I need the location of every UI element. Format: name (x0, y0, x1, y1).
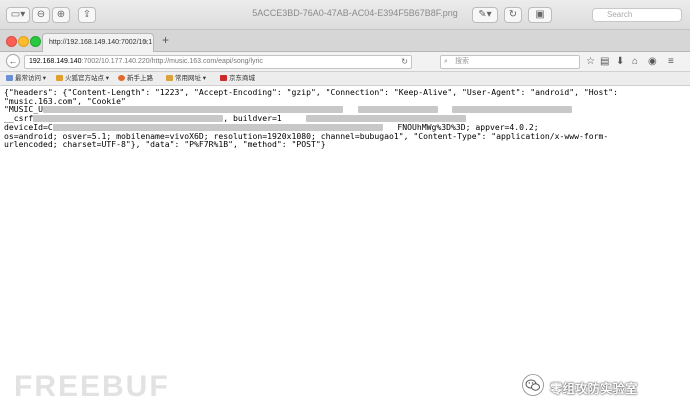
back-button[interactable]: ← (6, 54, 20, 68)
zoom-out-icon: ⊖ (36, 9, 46, 20)
bookmark-label: 火狐官方站点 (65, 75, 104, 82)
sidebar-toggle-button[interactable]: ▭▾ (6, 7, 30, 23)
bookmark-label: 新手上路 (127, 75, 153, 82)
folder-icon (166, 75, 173, 81)
folder-icon (56, 75, 63, 81)
tab-label: http://192.168.149.140:7002/10.1 (49, 39, 153, 46)
reading-list-icon[interactable]: ▤ (600, 55, 609, 69)
back-arrow-icon: ← (8, 56, 18, 66)
share-button[interactable]: ⇪ (78, 7, 96, 23)
response-line: , buildver=1 (223, 113, 282, 124)
bookmarks-bar: 最常访问 ▾ 火狐官方站点 ▾ 新手上路 常用网址 ▾ 京东商城 (0, 72, 690, 86)
preview-toolbar: ▭▾ ⊖ ⊕ ⇪ 5ACCE3BD-76A0-47AB-AC04-E394F5B… (0, 0, 690, 30)
redacted-text (306, 115, 467, 123)
reload-icon[interactable]: ↻ (401, 56, 408, 68)
search-input[interactable]: ⌕ 搜索 (440, 55, 580, 69)
rotate-button[interactable]: ↻ (504, 7, 522, 23)
url-bar[interactable]: 192.168.149.140:7002/10.177.140.220/http… (24, 55, 412, 69)
menu-icon[interactable]: ≡ (668, 55, 674, 69)
preview-search-input[interactable]: Search (592, 8, 682, 22)
pocket-icon[interactable]: ◉ (648, 55, 657, 69)
minimize-window-icon[interactable] (18, 36, 29, 47)
freebuf-watermark: FREEBUF (14, 370, 170, 403)
bookmark-star-icon[interactable]: ☆ (586, 55, 595, 69)
zoom-out-button[interactable]: ⊖ (32, 7, 50, 23)
redacted-text (52, 123, 383, 131)
wechat-icon (522, 374, 544, 396)
zoom-in-icon: ⊕ (56, 9, 66, 20)
bookmark-icon (6, 75, 13, 81)
pen-icon: ✎▾ (478, 9, 492, 20)
jd-icon (220, 75, 227, 81)
bookmark-item[interactable]: 京东商城 (220, 74, 255, 84)
lab-name-watermark: 零组攻防实验室 (550, 382, 638, 396)
firefox-icon (118, 75, 125, 81)
preview-search-text: Search (607, 10, 633, 19)
zoom-in-button[interactable]: ⊕ (52, 7, 70, 23)
redacted-text (357, 106, 438, 114)
bookmark-item[interactable]: 新手上路 (118, 74, 153, 84)
bookmark-label: 京东商城 (229, 75, 255, 82)
home-icon[interactable]: ⌂ (632, 55, 638, 69)
toolbox-button[interactable]: ▣ (528, 7, 552, 23)
bookmark-item[interactable]: 最常访问 ▾ (6, 74, 46, 84)
redacted-text (452, 106, 573, 114)
share-icon: ⇪ (82, 9, 92, 20)
url-host: 192.168.149.140 (29, 58, 82, 65)
tab-close-icon[interactable]: ✕ (142, 34, 149, 51)
chevron-down-icon: ▾ (201, 75, 207, 82)
bookmark-label: 最常访问 (15, 75, 41, 82)
toolbox-icon: ▣ (535, 9, 545, 20)
navigation-bar: ← 192.168.149.140:7002/10.177.140.220/ht… (0, 52, 690, 72)
chevron-down-icon: ▾ (41, 75, 47, 82)
rotate-icon: ↻ (508, 9, 518, 20)
bookmark-item[interactable]: 火狐官方站点 ▾ (56, 74, 109, 84)
search-placeholder: 搜索 (455, 58, 469, 65)
bookmark-item[interactable]: 常用网址 ▾ (166, 74, 206, 84)
markup-pen-button[interactable]: ✎▾ (472, 7, 498, 23)
bookmark-label: 常用网址 (175, 75, 201, 82)
new-tab-icon[interactable]: + (162, 33, 169, 47)
search-icon: ⌕ (444, 58, 448, 65)
sidebar-icon: ▭▾ (10, 9, 26, 20)
download-icon[interactable]: ⬇ (616, 55, 624, 69)
window-title: 5ACCE3BD-76A0-47AB-AC04-E394F5B67B8F.png (252, 8, 458, 18)
maximize-window-icon[interactable] (30, 36, 41, 47)
close-window-icon[interactable] (6, 36, 17, 47)
tab-strip: http://192.168.149.140:7002/10.1 ✕ + (0, 30, 690, 52)
redacted-text (33, 115, 224, 123)
url-path: :7002/10.177.140.220/http://music.163.co… (81, 58, 263, 65)
browser-tab[interactable]: http://192.168.149.140:7002/10.1 ✕ (42, 33, 154, 52)
chevron-down-icon: ▾ (104, 75, 110, 82)
response-body: {"headers": {"Content-Length": "1223", "… (4, 88, 684, 149)
redacted-text (42, 106, 343, 114)
response-line: urlencoded; charset=UTF-8"}, "data": "P%… (4, 139, 326, 150)
